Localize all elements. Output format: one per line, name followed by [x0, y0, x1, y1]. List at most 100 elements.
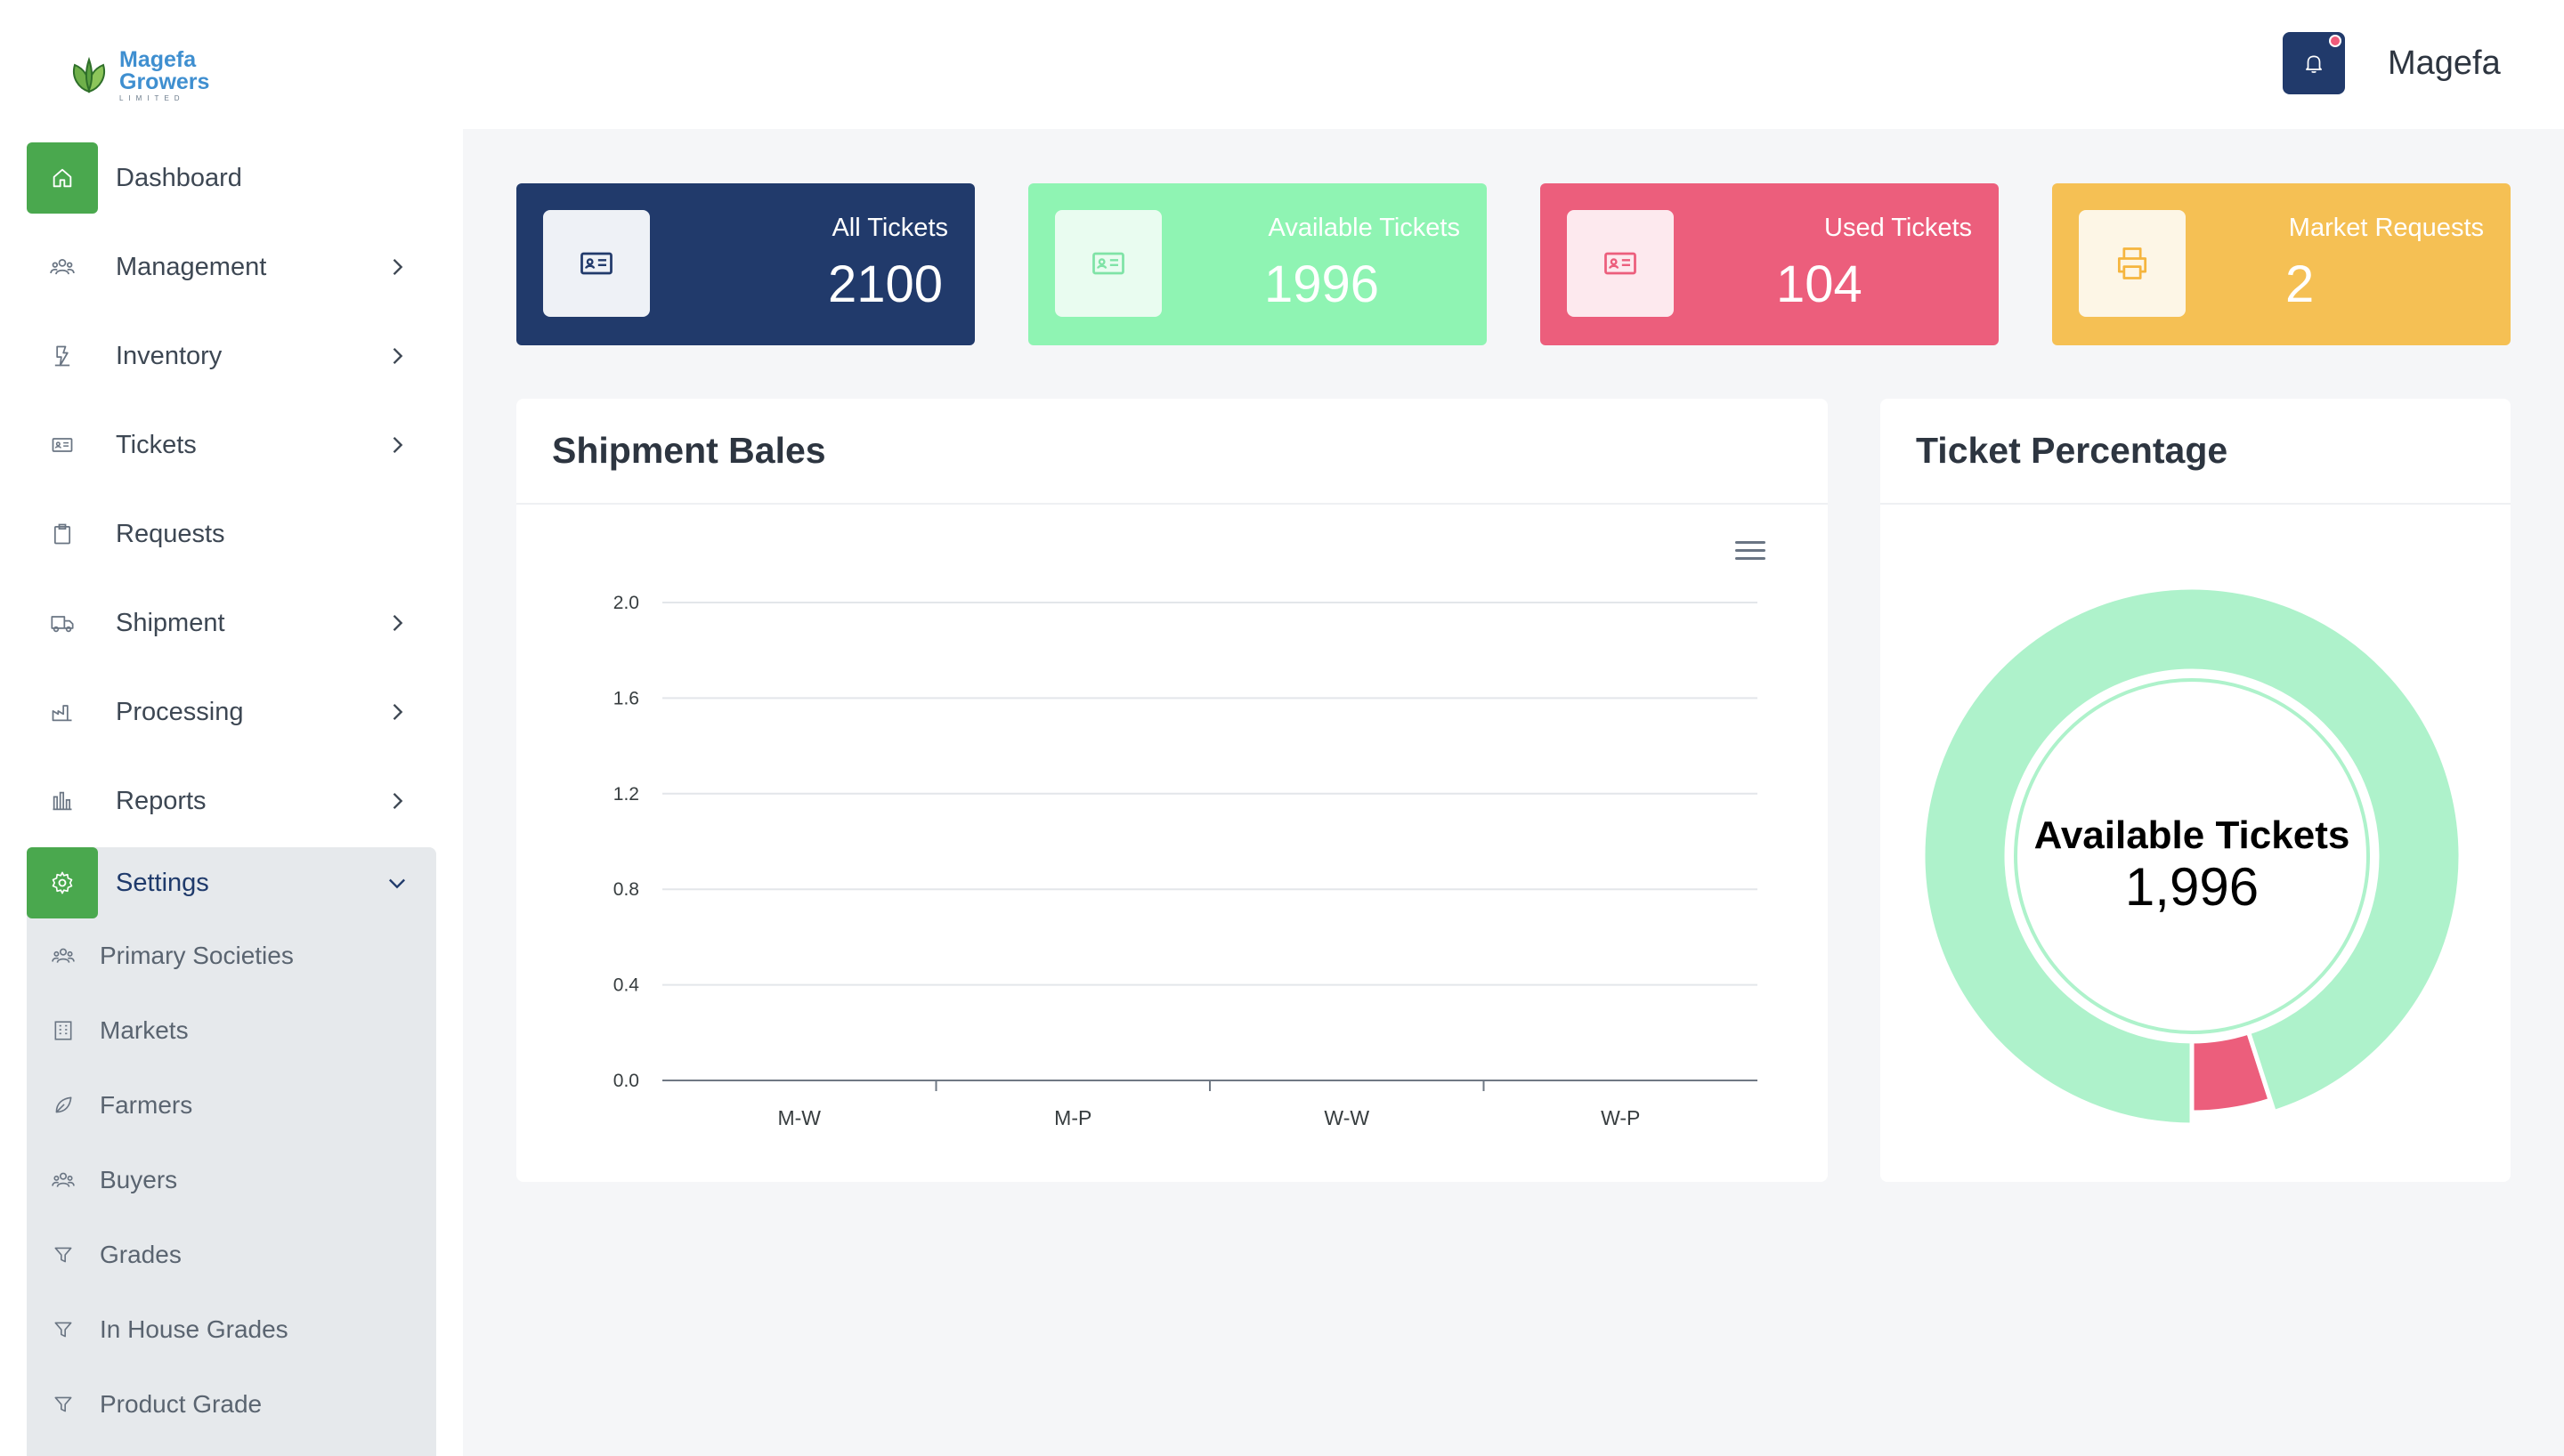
settings-group: Settings Primary Societies Markets Farme… [27, 847, 436, 1456]
users-icon [27, 231, 98, 303]
notification-button[interactable] [2283, 32, 2345, 94]
sidebar-item-processing[interactable]: Processing [27, 667, 436, 756]
stat-card-used-tickets[interactable]: Used Tickets 104 [1540, 183, 1999, 345]
sidebar-item-label: Management [116, 252, 267, 281]
bell-icon [2306, 55, 2322, 73]
stat-card-value: 1996 [1264, 255, 1380, 313]
bar-chart-icon [27, 765, 98, 837]
building-icon [54, 1021, 72, 1040]
y-tick-label: 0.0 [613, 1071, 639, 1091]
sidebar-item-label: Requests [116, 519, 225, 548]
y-tick-label: 1.2 [613, 784, 639, 805]
sidebar-item-label: Inventory [116, 341, 223, 370]
leaf-logo-icon [73, 56, 105, 93]
x-tick-label: W-W [1324, 1106, 1369, 1129]
x-tick-label: W-P [1601, 1106, 1640, 1129]
sidebar-subitem-label: Farmers [100, 1091, 193, 1119]
printer-icon [2079, 210, 2186, 317]
sidebar-subitem-label: In House Grades [100, 1315, 288, 1343]
chevron-right-icon [393, 704, 403, 720]
sidebar-item-inventory[interactable]: Inventory [27, 311, 436, 400]
panel-title: Shipment Bales [552, 430, 826, 471]
gear-icon [27, 847, 98, 918]
chevron-down-icon [389, 878, 405, 889]
clipboard-icon [27, 498, 98, 570]
sidebar-subitem-label: Markets [100, 1016, 189, 1044]
stat-card-all-tickets[interactable]: All Tickets 2100 [516, 183, 975, 345]
sidebar-item-shipment[interactable]: Shipment [27, 578, 436, 667]
shipment-bales-chart: 0.0 0.4 0.8 1.2 1.6 2.0 M-W M-P W-W W-P [613, 593, 1757, 1129]
y-tick-label: 1.6 [613, 688, 639, 708]
inventory-icon [27, 320, 98, 392]
x-tick-label: M-W [777, 1106, 821, 1129]
donut-center-value: 1,996 [2125, 857, 2259, 917]
sidebar-subitem-product-grade[interactable]: Product Grade [27, 1367, 436, 1442]
stat-card-title: Available Tickets [1268, 214, 1460, 242]
sidebar-item-label: Shipment [116, 608, 225, 637]
users-icon [52, 1172, 75, 1187]
sidebar-subitem-label: Primary Societies [100, 942, 294, 969]
users-icon [52, 948, 75, 963]
stat-card-market-requests[interactable]: Market Requests 2 [2052, 183, 2511, 345]
sidebar-item-tickets[interactable]: Tickets [27, 400, 436, 489]
id-card-icon [1567, 210, 1674, 317]
x-tick-label: M-P [1054, 1106, 1091, 1129]
sidebar-item-dashboard[interactable]: Dashboard [27, 133, 436, 222]
y-tick-label: 0.4 [613, 975, 640, 996]
truck-icon [27, 587, 98, 659]
chevron-right-icon [393, 615, 403, 631]
sidebar-subitem-label: Product Grade [100, 1390, 263, 1418]
sidebar-item-reports[interactable]: Reports [27, 756, 436, 845]
sidebar-nav: Dashboard Management Inventory Tickets R… [27, 133, 436, 845]
chevron-right-icon [393, 437, 403, 453]
chevron-right-icon [393, 259, 403, 275]
id-card-icon [1055, 210, 1162, 317]
leaf-icon [55, 1096, 72, 1113]
sidebar-item-management[interactable]: Management [27, 222, 436, 311]
y-tick-label: 2.0 [613, 593, 639, 613]
ticket-percentage-donut: Available Tickets 1,996 [1920, 585, 2463, 1128]
sidebar-subitem-in-house-grades[interactable]: In House Grades [27, 1292, 436, 1367]
chevron-right-icon [393, 793, 403, 809]
sidebar-item-label: Reports [116, 786, 207, 815]
stat-card-title: Market Requests [2288, 214, 2484, 242]
user-name[interactable]: Magefa [2388, 44, 2501, 83]
filter-icon [54, 1396, 72, 1412]
ticket-percentage-panel: Ticket Percentage Available Tickets 1,99… [1880, 399, 2511, 1182]
sidebar-item-label: Tickets [116, 430, 197, 459]
filter-icon [54, 1322, 72, 1338]
company-logo[interactable]: Magefa Growers LIMITED [62, 44, 214, 107]
sidebar-subitem-label: Buyers [100, 1166, 178, 1193]
sidebar-subitem-label: Grades [100, 1241, 182, 1268]
top-bar [463, 0, 2564, 129]
logo-text-line2: Growers [119, 69, 210, 94]
filter-icon [54, 1247, 72, 1263]
logo-text-line1: Magefa [119, 47, 197, 72]
stat-card-value: 2100 [828, 255, 944, 313]
stat-card-title: Used Tickets [1824, 214, 1972, 242]
factory-icon [27, 676, 98, 748]
sidebar-item-label: Settings [116, 868, 209, 897]
sidebar-item-label: Processing [116, 697, 244, 726]
home-icon [27, 142, 98, 214]
ticket-icon [27, 409, 98, 481]
chevron-right-icon [393, 348, 403, 364]
stat-card-value: 2 [2285, 255, 2315, 313]
sidebar-subitem-markets[interactable]: Markets [27, 993, 436, 1068]
stat-card-title: All Tickets [832, 214, 948, 242]
stat-card-value: 104 [1776, 255, 1862, 313]
id-card-icon [543, 210, 650, 317]
sidebar-item-label: Dashboard [116, 163, 242, 192]
notification-dot [2329, 35, 2341, 47]
logo-text-line3: LIMITED [119, 94, 185, 102]
sidebar-subitem-primary-societies[interactable]: Primary Societies [27, 918, 436, 993]
sidebar-item-requests[interactable]: Requests [27, 489, 436, 578]
sidebar-subitem-grades[interactable]: Grades [27, 1217, 436, 1292]
sidebar: Magefa Growers LIMITED Dashboard Managem… [0, 0, 463, 1456]
stat-card-available-tickets[interactable]: Available Tickets 1996 [1028, 183, 1487, 345]
sidebar-subitem-buyers[interactable]: Buyers [27, 1143, 436, 1217]
sidebar-item-settings[interactable]: Settings [27, 847, 436, 918]
panel-title: Ticket Percentage [1916, 430, 2228, 471]
sidebar-subitem-farmers[interactable]: Farmers [27, 1068, 436, 1143]
donut-center-label: Available Tickets [2034, 813, 2350, 857]
